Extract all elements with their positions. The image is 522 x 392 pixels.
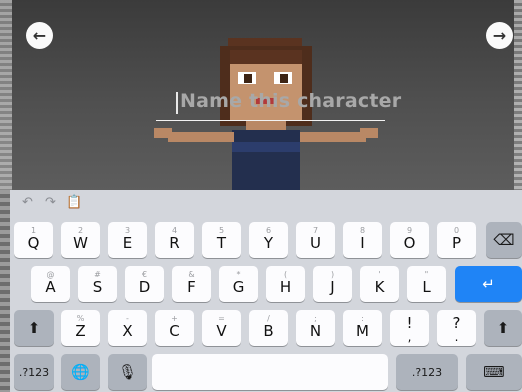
arrow-right-icon: → [492, 25, 507, 45]
numbers-key-right[interactable]: .?123 [396, 354, 458, 390]
key-q[interactable]: 1Q [14, 222, 53, 258]
key-g[interactable]: * G [219, 266, 258, 302]
key-u[interactable]: 7U [296, 222, 335, 258]
key-b[interactable]: / B [249, 310, 288, 346]
key-e[interactable]: 3E [108, 222, 147, 258]
key-v[interactable]: = V [202, 310, 241, 346]
keyboard-hide-icon: ⌨ [483, 363, 505, 381]
key-exclamation-comma[interactable]: !, [390, 310, 429, 346]
numbers-key-left[interactable]: .?123 [14, 354, 54, 390]
background-edge [0, 190, 10, 392]
key-d[interactable]: € D [125, 266, 164, 302]
shift-icon: ⬆ [496, 319, 510, 337]
paste-icon[interactable]: 📋 [66, 195, 82, 210]
key-m[interactable]: :M [343, 310, 382, 346]
return-icon: ↵ [482, 275, 495, 293]
key-s[interactable]: # S [78, 266, 117, 302]
arrow-left-icon: ← [32, 25, 47, 45]
delete-key[interactable]: ⌫ [486, 222, 522, 258]
onscreen-keyboard: ↶ ↷ 📋 1Q 2W 3E 4R 5T 6Y 7U 8I 9O 0P ⌫ @ A… [10, 190, 522, 392]
character-preview-area: ← → Name this character [0, 0, 522, 190]
key-n[interactable]: ; N [296, 310, 335, 346]
key-k[interactable]: ' K [360, 266, 399, 302]
backspace-icon: ⌫ [493, 231, 515, 249]
next-button[interactable]: → [486, 22, 513, 49]
key-h[interactable]: (H [266, 266, 305, 302]
key-p[interactable]: 0P [437, 222, 476, 258]
globe-key[interactable]: 🌐 [61, 354, 100, 390]
shift-key-right[interactable]: ⬆ [484, 310, 522, 346]
dictation-key[interactable]: 🎙 [108, 354, 147, 390]
key-z[interactable]: % Z [61, 310, 100, 346]
key-a[interactable]: @ A [31, 266, 70, 302]
redo-icon[interactable]: ↷ [45, 195, 56, 210]
key-t[interactable]: 5T [202, 222, 241, 258]
hide-keyboard-key[interactable]: ⌨ [466, 354, 522, 390]
shift-key-left[interactable]: ⬆ [14, 310, 54, 346]
back-button[interactable]: ← [26, 22, 53, 49]
key-c[interactable]: + C [155, 310, 194, 346]
key-f[interactable]: & F [172, 266, 211, 302]
key-w[interactable]: 2W [61, 222, 100, 258]
shift-icon: ⬆ [27, 319, 41, 337]
key-r[interactable]: 4R [155, 222, 194, 258]
key-l[interactable]: " L [407, 266, 446, 302]
globe-icon: 🌐 [71, 363, 90, 381]
name-placeholder: Name this character [180, 90, 402, 112]
microphone-icon: 🎙 [117, 363, 138, 381]
key-question-period[interactable]: ?. [437, 310, 476, 346]
key-i[interactable]: 8I [343, 222, 382, 258]
space-bar[interactable] [152, 354, 388, 390]
return-key[interactable]: ↵ [455, 266, 522, 302]
key-o[interactable]: 9O [390, 222, 429, 258]
key-x[interactable]: -X [108, 310, 147, 346]
undo-icon[interactable]: ↶ [22, 195, 33, 210]
character-name-input[interactable]: Name this character [156, 86, 401, 121]
key-y[interactable]: 6Y [249, 222, 288, 258]
key-j[interactable]: ) J [313, 266, 352, 302]
text-caret [176, 92, 178, 114]
